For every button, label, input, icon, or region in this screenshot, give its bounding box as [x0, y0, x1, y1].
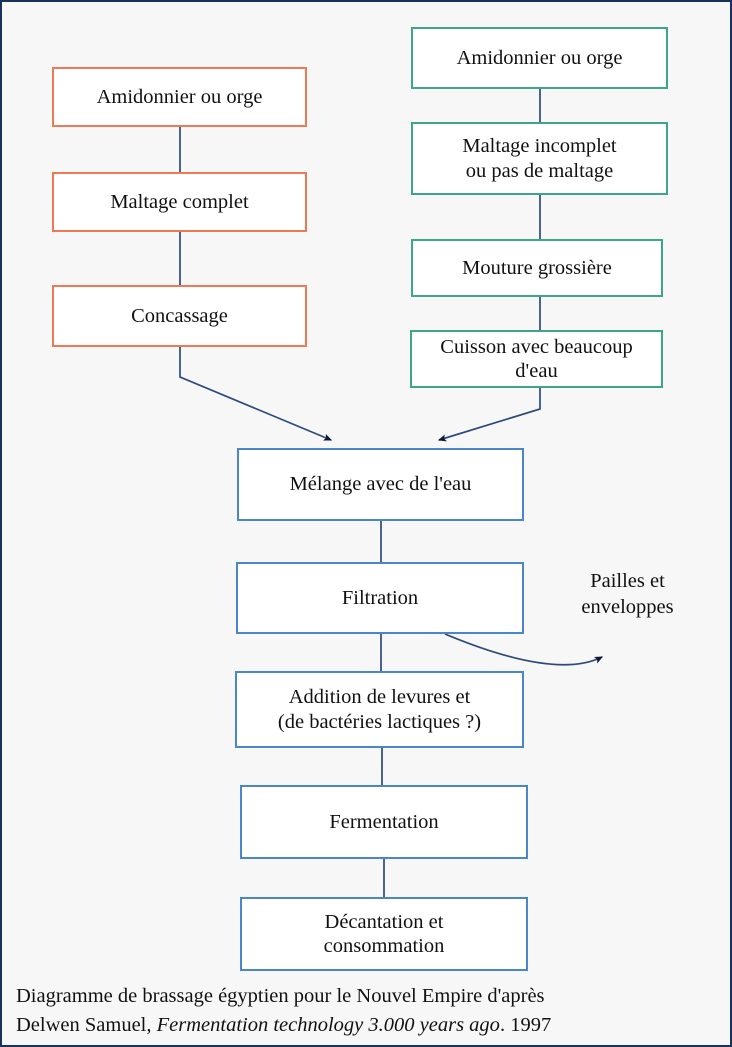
node-filtration[interactable]: Filtration [236, 562, 524, 634]
node-amidonnier-ou-orge-malted[interactable]: Amidonnier ou orge [52, 67, 307, 127]
caption: Diagramme de brassage égyptien pour le N… [16, 982, 720, 1039]
node-label: Maltage incomplet ou pas de maltage [462, 135, 617, 182]
node-maltage-incomplet[interactable]: Maltage incomplet ou pas de maltage [411, 122, 668, 195]
label-pailles-et-enveloppes: Pailles et enveloppes [581, 570, 674, 618]
diagram-canvas: Amidonnier ou orge Maltage complet Conca… [0, 0, 732, 1047]
node-mouture-grossiere[interactable]: Mouture grossière [411, 239, 663, 297]
caption-work-title: Fermentation technology 3.000 years ago [156, 1013, 500, 1036]
node-addition-de-levures[interactable]: Addition de levures et (de bactéries lac… [235, 671, 524, 748]
caption-year: . 1997 [499, 1013, 552, 1036]
node-label: Décantation et consommation [323, 910, 445, 957]
edge-r4-c1 [437, 388, 541, 442]
caption-line-1: Diagramme de brassage égyptien pour le N… [16, 985, 545, 1008]
node-label: Fermentation [329, 810, 439, 833]
node-label: Addition de levures et (de bactéries lac… [277, 686, 482, 733]
node-cuisson-avec-beaucoup-d-eau[interactable]: Cuisson avec beaucoup d'eau [410, 330, 663, 388]
node-concassage[interactable]: Concassage [52, 285, 307, 347]
edge-c2-s1 [444, 633, 604, 666]
node-label: Amidonnier ou orge [456, 46, 623, 69]
node-maltage-complet[interactable]: Maltage complet [52, 172, 307, 232]
node-label: Concassage [131, 304, 228, 327]
node-label: Amidonnier ou orge [96, 85, 263, 108]
node-fermentation[interactable]: Fermentation [240, 785, 528, 859]
caption-author: Delwen Samuel, [16, 1013, 157, 1036]
node-amidonnier-ou-orge-unmalted[interactable]: Amidonnier ou orge [411, 27, 668, 89]
node-melange-avec-de-l-eau[interactable]: Mélange avec de l'eau [237, 448, 524, 521]
node-label: Cuisson avec beaucoup d'eau [440, 335, 633, 382]
node-label: Mouture grossière [462, 256, 612, 279]
node-decantation-et-consommation[interactable]: Décantation et consommation [240, 897, 528, 971]
node-label: Maltage complet [110, 190, 249, 213]
node-label: Mélange avec de l'eau [289, 473, 472, 496]
edge-l3-c1 [179, 347, 333, 441]
node-label: Filtration [341, 586, 419, 609]
